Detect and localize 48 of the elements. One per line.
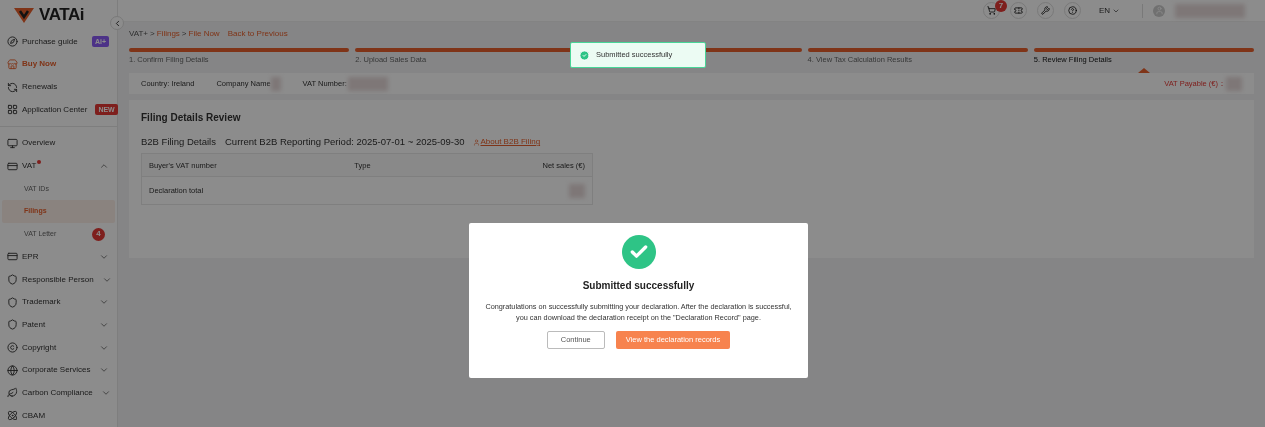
sidebar-item[interactable]: VAT [0, 154, 117, 178]
breadcrumb-separator: > [181, 28, 187, 40]
sidebar-item[interactable]: Responsible Person [0, 268, 117, 291]
globe-icon [7, 364, 18, 376]
sidebar-item[interactable]: EPR [0, 245, 117, 269]
sidebar-item[interactable]: CBAM [0, 404, 117, 427]
sidebar-item[interactable]: Trademark [0, 290, 117, 314]
breadcrumb-item[interactable]: VAT+ [129, 28, 149, 40]
leaf-icon [7, 387, 18, 399]
cart-count: 7 [994, 0, 1007, 12]
shop-icon [7, 58, 18, 70]
sidebar-item[interactable]: Copyright [0, 336, 117, 359]
user-icon [1154, 6, 1164, 15]
sidebar-item[interactable]: Carbon Compliance [0, 381, 117, 405]
dialog-title: Submitted successfully [582, 279, 695, 293]
person-icon [473, 138, 481, 146]
sidebar-item[interactable]: Renewals [0, 75, 117, 99]
ticket-icon [1013, 6, 1023, 15]
sidebar-item[interactable]: Buy Now [0, 53, 117, 76]
refresh-icon [7, 81, 18, 93]
check-circle-icon [579, 49, 590, 61]
sidebar-item[interactable]: Overview [0, 132, 117, 155]
period-text: Current B2B Reporting Period: 2025-07-01 ~ 2025-09-30 [225, 135, 465, 149]
language-select[interactable]: EN [1098, 4, 1120, 17]
card-icon [7, 160, 18, 172]
shield-icon [7, 296, 18, 308]
shield-icon [7, 319, 18, 331]
collapse-button[interactable] [110, 16, 124, 30]
help-icon [1067, 6, 1077, 15]
count-badge: 4 [92, 227, 105, 241]
sidebar-item[interactable]: Corporate Services [0, 358, 117, 382]
logo-icon [12, 6, 36, 25]
atom-icon [7, 410, 18, 422]
brand-name: VATAi [39, 4, 85, 27]
wrench-icon [1040, 6, 1050, 15]
success-check-icon [621, 235, 656, 269]
breadcrumb-separator: > [150, 28, 155, 40]
compass-icon [7, 36, 18, 48]
shield-icon [7, 274, 18, 286]
cart-icon [986, 6, 996, 15]
review-title: Filing Details Review [141, 111, 242, 125]
about-link[interactable]: About B2B Filing [473, 136, 541, 149]
section-title: B2B Filing Details [141, 135, 216, 149]
sidebar-item[interactable]: Patent [0, 313, 117, 337]
monitor-icon [7, 137, 18, 149]
card-icon [7, 251, 18, 263]
grid-icon [7, 104, 18, 116]
copyright-icon [7, 342, 18, 354]
